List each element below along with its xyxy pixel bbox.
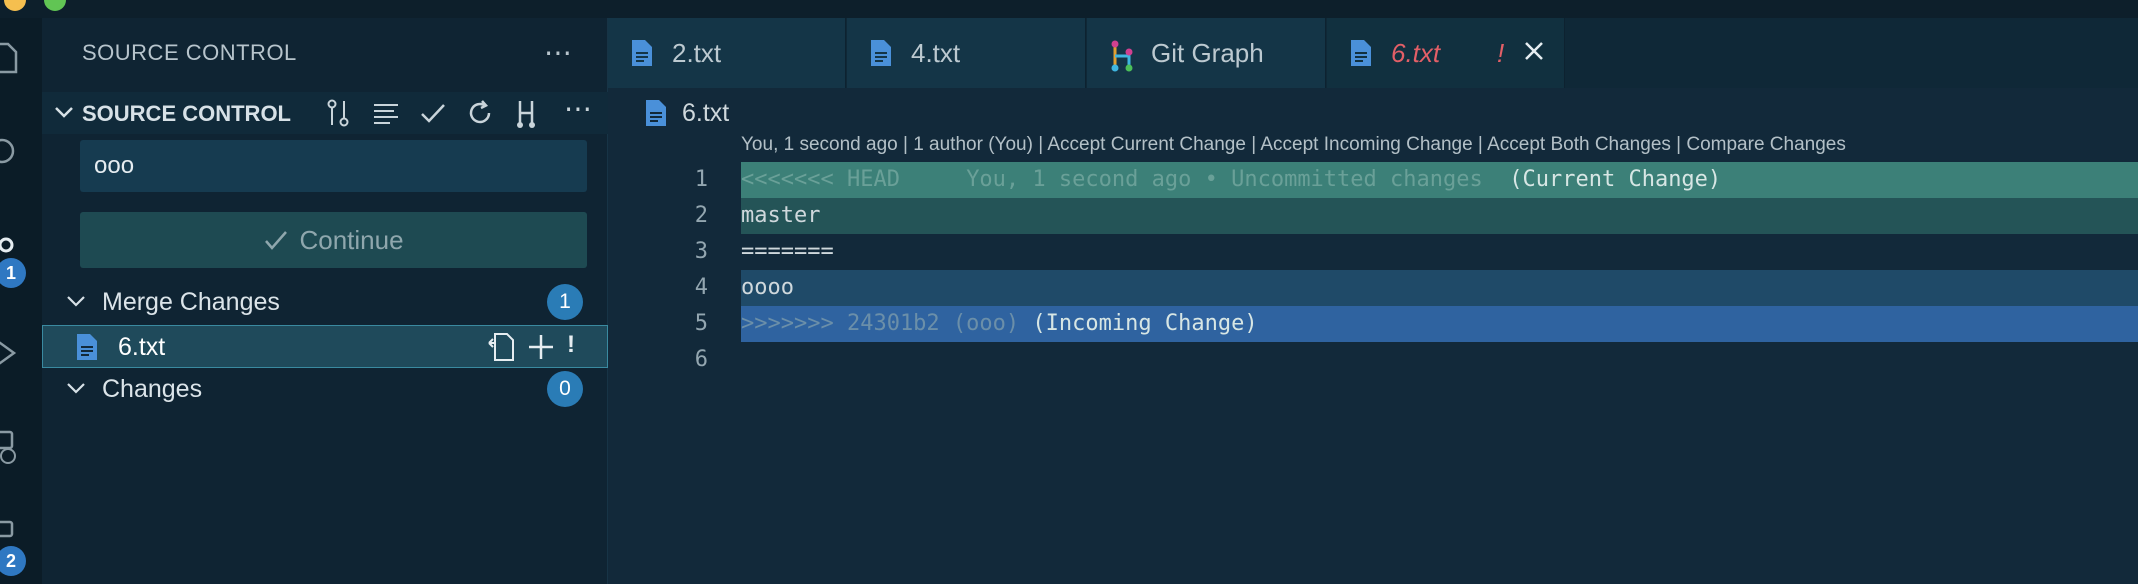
chevron-down-icon[interactable] xyxy=(52,100,76,124)
stage-change-icon[interactable] xyxy=(525,331,557,363)
vscode-window: 1 2 SOURCE CONTROL ⋯ SOURCE CONTROL ⋯ oo… xyxy=(0,0,2138,584)
incoming-change-hint: (Incoming Change) xyxy=(1032,311,1258,336)
changes-group[interactable]: Changes 0 xyxy=(42,368,608,410)
check-icon xyxy=(265,231,288,250)
changes-count: 0 xyxy=(547,371,583,407)
merge-codelens[interactable]: You, 1 second ago | 1 author (You) | Acc… xyxy=(741,134,1846,156)
open-file-icon[interactable] xyxy=(485,331,517,363)
file-icon xyxy=(871,40,891,66)
current-change-hint: (Current Change) xyxy=(1509,167,1722,192)
tab-label: 4.txt xyxy=(911,38,961,68)
tab-6-txt[interactable]: 6.txt ! xyxy=(1327,18,1565,88)
changes-label: Changes xyxy=(102,375,203,403)
file-icon xyxy=(1351,40,1371,66)
conflict-separator: ======= xyxy=(741,239,834,264)
merge-changes-group[interactable]: Merge Changes 1 xyxy=(42,281,608,323)
chevron-down-icon xyxy=(67,383,85,394)
incoming-change-text: oooo xyxy=(741,270,2138,306)
tab-4-txt[interactable]: 4.txt xyxy=(847,18,1086,88)
line-number: 6 xyxy=(694,347,708,372)
tab-git-graph[interactable]: Git Graph xyxy=(1087,18,1326,88)
section-title: SOURCE CONTROL xyxy=(82,101,291,126)
search-icon[interactable] xyxy=(0,134,24,168)
git-graph-view-icon[interactable] xyxy=(512,97,544,129)
line-number: 4 xyxy=(694,275,708,300)
tab-2-txt[interactable]: 2.txt xyxy=(608,18,846,88)
view-as-list-icon[interactable] xyxy=(370,97,402,129)
close-icon[interactable] xyxy=(1523,40,1545,62)
run-debug-icon[interactable] xyxy=(0,336,24,370)
extensions-badge: 2 xyxy=(0,546,26,576)
git-graph-icon xyxy=(1111,40,1133,72)
merge-file-name: 6.txt xyxy=(118,333,166,361)
breadcrumb[interactable]: 6.txt xyxy=(644,96,729,130)
merge-changes-label: Merge Changes xyxy=(102,288,280,316)
editor-tabs: 2.txt 4.txt Git Graph 6.txt ! xyxy=(608,18,2138,88)
tab-label: 6.txt xyxy=(1391,38,1441,68)
code-line-5[interactable]: 5 >>>>>>> 24301b2 (ooo) (Incoming Change… xyxy=(608,306,2138,342)
breadcrumb-file: 6.txt xyxy=(682,98,730,127)
open-changes-icon[interactable] xyxy=(322,97,354,129)
extensions-icon[interactable] xyxy=(0,516,24,550)
file-icon xyxy=(646,100,666,126)
merge-file-row[interactable]: 6.txt ! xyxy=(42,325,608,368)
code-line-1[interactable]: 1 <<<<<<< HEAD You, 1 second ago • Uncom… xyxy=(608,162,2138,198)
tab-conflict-status: ! xyxy=(1497,38,1505,68)
continue-button[interactable]: Continue xyxy=(80,212,587,268)
source-control-section-header[interactable]: SOURCE CONTROL ⋯ xyxy=(42,92,608,134)
title-bar xyxy=(0,0,2138,18)
commit-message-input[interactable]: ooo xyxy=(80,140,587,192)
minimize-window-button[interactable] xyxy=(4,0,26,11)
conflict-marker-incoming: >>>>>>> 24301b2 (ooo) (Incoming Change) xyxy=(741,306,2138,342)
tab-label: Git Graph xyxy=(1151,38,1264,68)
line-number: 3 xyxy=(694,239,708,264)
sidebar-title: SOURCE CONTROL xyxy=(82,40,297,65)
current-change-text: master xyxy=(741,198,2138,234)
maximize-window-button[interactable] xyxy=(44,0,66,11)
merge-changes-count: 1 xyxy=(547,284,583,320)
line-number: 1 xyxy=(694,167,708,192)
code-line-4[interactable]: 4 oooo xyxy=(608,270,2138,306)
tab-label: 2.txt xyxy=(672,38,722,68)
chevron-down-icon xyxy=(67,296,85,307)
source-control-sidebar: SOURCE CONTROL ⋯ SOURCE CONTROL ⋯ ooo Co… xyxy=(42,18,608,584)
section-more-icon[interactable]: ⋯ xyxy=(564,92,592,125)
scm-badge: 1 xyxy=(0,258,26,288)
commit-check-icon[interactable] xyxy=(417,97,449,129)
activity-bar: 1 2 xyxy=(0,18,42,584)
continue-label: Continue xyxy=(299,224,404,255)
file-icon xyxy=(77,334,97,360)
blame-annotation: You, 1 second ago • Uncommitted changes xyxy=(966,167,1483,192)
conflict-status: ! xyxy=(567,331,575,358)
code-line-3[interactable]: 3 ======= xyxy=(608,234,2138,270)
conflict-marker-current: <<<<<<< HEAD You, 1 second ago • Uncommi… xyxy=(741,162,2138,198)
refresh-icon[interactable] xyxy=(464,97,496,129)
more-actions-icon[interactable]: ⋯ xyxy=(544,36,572,69)
explorer-icon[interactable] xyxy=(0,40,24,74)
editor-area: 6.txt You, 1 second ago | 1 author (You)… xyxy=(608,88,2138,584)
remote-explorer-icon[interactable] xyxy=(0,430,24,464)
code-line-2[interactable]: 2 master xyxy=(608,198,2138,234)
line-number: 5 xyxy=(694,311,708,336)
empty-line xyxy=(741,342,2138,378)
file-icon xyxy=(632,40,652,66)
line-number: 2 xyxy=(694,203,708,228)
code-line-6[interactable]: 6 xyxy=(608,342,2138,378)
